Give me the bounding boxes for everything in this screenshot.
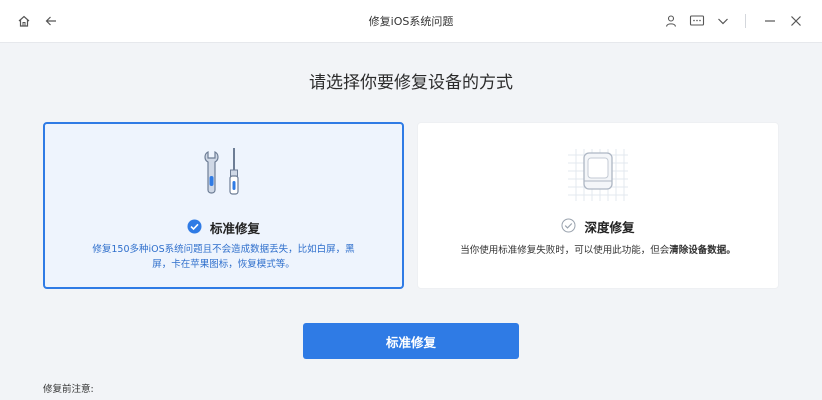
deep-repair-description: 当你使用标准修复失败时，可以使用此功能，但会清除设备数据。 (458, 243, 738, 258)
deep-repair-card[interactable]: 深度修复 当你使用标准修复失败时，可以使用此功能，但会清除设备数据。 (417, 122, 779, 289)
title-bar: 修复iOS系统问题 (0, 0, 822, 43)
page-title: 请选择你要修复设备的方式 (309, 73, 513, 93)
standard-repair-card[interactable]: 标准修复 修复150多种iOS系统问题且不会造成数据丢失，比如白屏，黑屏，卡在苹… (43, 122, 404, 289)
tools-icon (45, 146, 402, 204)
deep-repair-heading: 深度修复 (418, 217, 778, 236)
standard-repair-heading: 标准修复 (45, 218, 402, 237)
close-icon[interactable] (786, 11, 806, 31)
chevron-down-icon[interactable] (713, 11, 733, 31)
deep-repair-warning: 清除设备数据。 (669, 245, 736, 256)
deep-repair-description-text: 当你使用标准修复失败时，可以使用此功能，但会 (460, 245, 670, 256)
titlebar-divider (745, 14, 746, 28)
check-outline-icon (561, 218, 576, 236)
standard-repair-description: 修复150多种iOS系统问题且不会造成数据丢失，比如白屏，黑屏，卡在苹果图标，恢… (92, 244, 355, 270)
device-icon (418, 145, 778, 203)
user-icon[interactable] (661, 11, 681, 31)
standard-repair-title: 标准修复 (209, 221, 260, 236)
feedback-icon[interactable] (687, 11, 707, 31)
pre-repair-note-label: 修复前注意: (43, 384, 94, 395)
deep-repair-title: 深度修复 (584, 220, 635, 235)
minimize-icon[interactable] (760, 11, 780, 31)
standard-repair-button[interactable]: 标准修复 (303, 323, 519, 359)
check-filled-icon (187, 219, 202, 237)
